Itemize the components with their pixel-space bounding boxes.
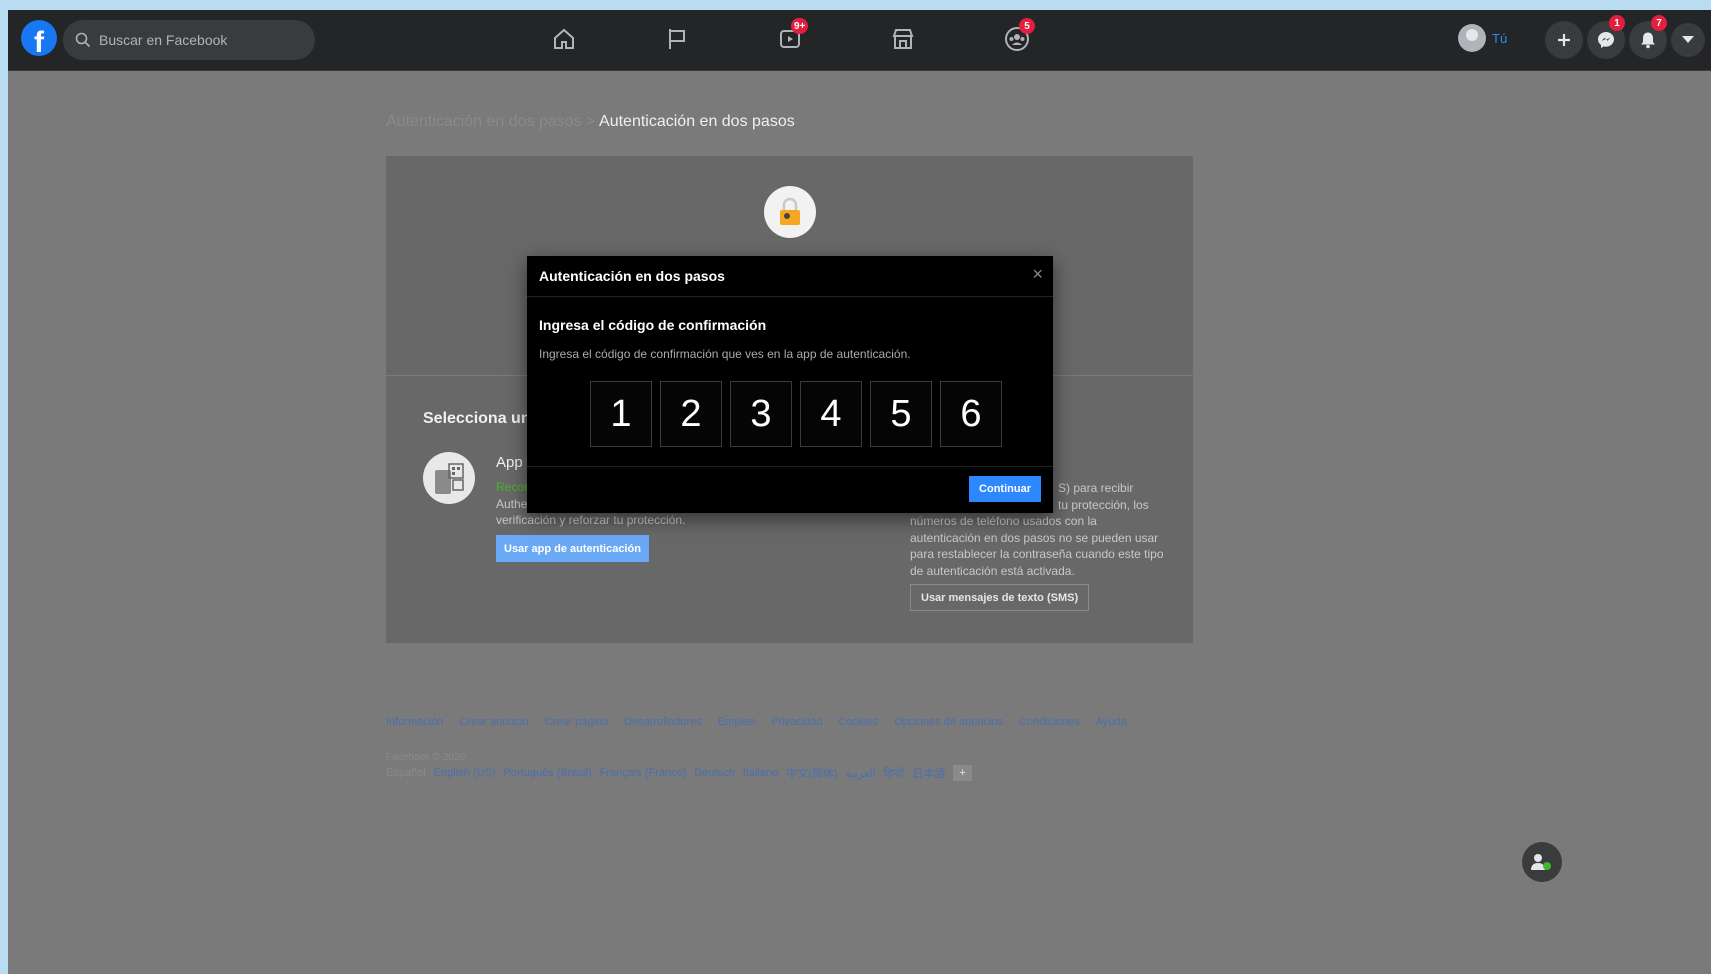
- code-digit-input[interactable]: 5: [870, 381, 932, 447]
- language-link[interactable]: Deutsch: [694, 767, 734, 779]
- language-link[interactable]: English (US): [434, 767, 496, 779]
- code-digit-input[interactable]: 1: [590, 381, 652, 447]
- lock-icon: [780, 197, 800, 225]
- code-digit-input[interactable]: 4: [800, 381, 862, 447]
- facebook-window: f 9+ 5 Tú 1: [8, 10, 1711, 974]
- use-sms-button[interactable]: Usar mensajes de texto (SMS): [910, 584, 1090, 611]
- dialog-subtitle: Ingresa el código de confirmación: [539, 317, 767, 333]
- footer-links: Información Crear anuncio Crear página D…: [386, 716, 1127, 728]
- dialog-footer-divider: [527, 466, 1053, 467]
- messenger-button[interactable]: 1: [1587, 15, 1625, 59]
- code-digit-input[interactable]: 6: [940, 381, 1002, 447]
- close-icon[interactable]: ×: [1032, 264, 1043, 285]
- language-link[interactable]: Português (Brasil): [504, 767, 592, 779]
- code-digit-input[interactable]: 3: [730, 381, 792, 447]
- search-bar[interactable]: [63, 20, 315, 60]
- qr-phone-icon: [435, 463, 464, 494]
- footer-copyright: Facebook © 2020: [386, 752, 466, 763]
- messenger-icon: [1598, 32, 1614, 48]
- footer-link[interactable]: Empleo: [718, 716, 755, 728]
- nav-home[interactable]: [549, 24, 579, 54]
- dialog-header: Autenticación en dos pasos ×: [527, 256, 1053, 297]
- profile-name: Tú: [1492, 30, 1508, 46]
- sms-description-line: de autenticación está activada.: [910, 563, 1075, 578]
- more-languages-button[interactable]: +: [953, 765, 972, 781]
- code-digit-input[interactable]: 2: [660, 381, 722, 447]
- footer-link[interactable]: Ayuda: [1096, 716, 1127, 728]
- facebook-logo-letter: f: [34, 26, 44, 56]
- sms-description-line: números de teléfono usados con la: [910, 514, 1097, 528]
- dialog-title: Autenticación en dos pasos: [539, 268, 725, 284]
- notifications-button[interactable]: 7: [1629, 15, 1667, 59]
- auth-app-illustration: [423, 452, 475, 504]
- footer-link[interactable]: Privacidad: [771, 716, 822, 728]
- dialog-hint: Ingresa el código de confirmación que ve…: [539, 347, 911, 361]
- breadcrumb-parent[interactable]: Autenticación en dos pasos: [386, 113, 582, 130]
- sms-description-line: para restablecer la contraseña cuando es…: [910, 547, 1164, 561]
- top-navigation-bar: f 9+ 5 Tú 1: [8, 10, 1711, 71]
- language-link[interactable]: Italiano: [743, 767, 778, 779]
- auth-app-title: App: [496, 454, 523, 471]
- continue-button[interactable]: Continuar: [969, 476, 1041, 502]
- breadcrumb-separator: >: [585, 113, 596, 130]
- nav-pages[interactable]: [662, 24, 692, 54]
- confirmation-code-dialog: Autenticación en dos pasos × Ingresa el …: [527, 256, 1053, 513]
- groups-badge: 5: [1019, 18, 1035, 34]
- language-selector: Español English (US) Português (Brasil) …: [386, 765, 972, 781]
- flag-icon: [669, 29, 685, 49]
- nav-watch[interactable]: 9+: [775, 18, 809, 54]
- current-language: Español: [386, 767, 426, 779]
- nav-groups[interactable]: 5: [1002, 18, 1035, 54]
- footer-link[interactable]: Condiciones: [1019, 716, 1080, 728]
- account-menu-button[interactable]: [1671, 23, 1705, 57]
- plus-icon: [1558, 34, 1570, 46]
- profile-link[interactable]: Tú: [1458, 24, 1507, 52]
- messenger-badge: 1: [1609, 15, 1625, 31]
- caret-down-icon: [1682, 36, 1694, 43]
- code-input-group: 1 2 3 4 5 6: [590, 381, 1002, 447]
- watch-badge: 9+: [791, 18, 809, 34]
- auth-app-description-line-2: verificación y reforzar tu protección.: [496, 513, 686, 527]
- nav-marketplace[interactable]: [888, 24, 918, 54]
- auth-app-description-line-1: Authe: [496, 497, 528, 511]
- footer-link[interactable]: Opciones de anuncios: [894, 716, 1003, 728]
- contacts-icon: [1531, 854, 1551, 870]
- recommended-label: Recor: [496, 480, 529, 494]
- language-link[interactable]: Français (France): [600, 767, 687, 779]
- footer-link[interactable]: Crear página: [545, 716, 609, 728]
- avatar: [1458, 24, 1486, 52]
- language-link[interactable]: 日本語: [912, 765, 945, 781]
- use-auth-app-button[interactable]: Usar app de autenticación: [496, 535, 649, 562]
- notifications-badge: 7: [1651, 15, 1667, 31]
- search-input[interactable]: [97, 31, 301, 49]
- language-link[interactable]: हिन्दी: [884, 766, 905, 781]
- select-method-title: Selecciona un: [423, 410, 531, 427]
- facebook-logo[interactable]: f: [21, 20, 57, 56]
- home-icon: [554, 28, 574, 49]
- lock-illustration: [764, 186, 816, 238]
- language-link[interactable]: العربية: [846, 767, 876, 780]
- footer-link[interactable]: Crear anuncio: [459, 716, 528, 728]
- bell-icon: [1641, 32, 1655, 49]
- sms-description-line: autenticación en dos pasos no se pueden …: [910, 530, 1159, 545]
- language-link[interactable]: 中文(简体): [786, 765, 837, 781]
- footer-link[interactable]: Desarrolladores: [624, 716, 702, 728]
- breadcrumb-current: Autenticación en dos pasos: [599, 113, 795, 130]
- footer-link[interactable]: Información: [386, 716, 443, 728]
- new-message-button[interactable]: [1522, 842, 1562, 882]
- create-button[interactable]: [1545, 21, 1583, 59]
- search-icon: [75, 32, 91, 48]
- breadcrumb: Autenticación en dos pasos > Autenticación…: [386, 113, 795, 131]
- footer-link[interactable]: Cookies: [838, 716, 878, 728]
- marketplace-icon: [892, 29, 914, 49]
